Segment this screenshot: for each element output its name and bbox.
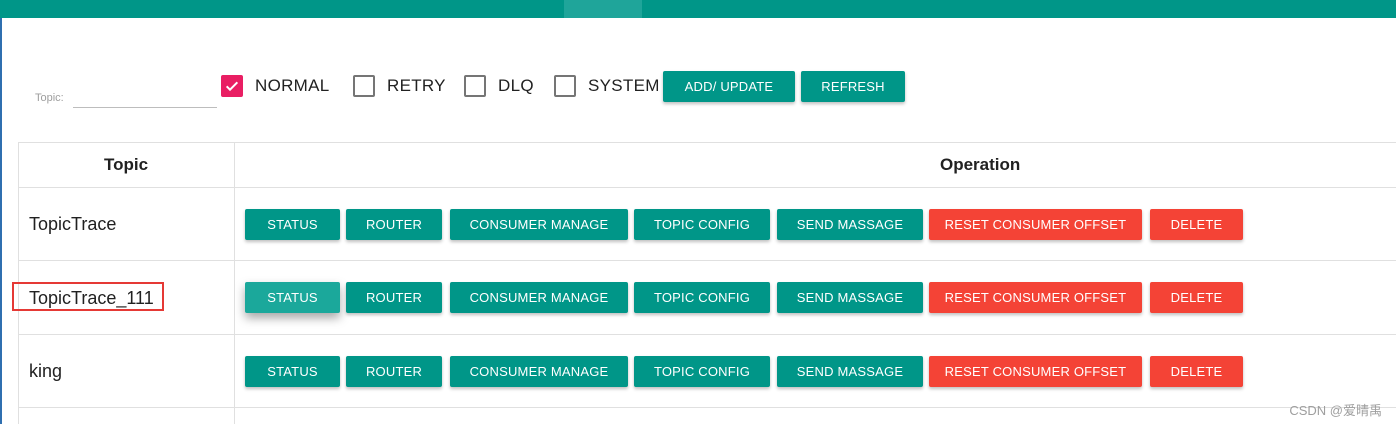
row-divider — [18, 334, 1396, 335]
reset-consumer-offset-button[interactable]: RESET CONSUMER OFFSET — [929, 282, 1142, 313]
delete-button[interactable]: DELETE — [1150, 209, 1243, 240]
topic-search-input[interactable] — [73, 86, 217, 106]
checkbox-normal[interactable]: NORMAL — [221, 75, 330, 97]
checkbox-system-label: SYSTEM — [588, 76, 660, 95]
status-button[interactable]: STATUS — [245, 209, 340, 240]
topic-filter-label: Topic: — [35, 92, 64, 104]
send-message-button[interactable]: SEND MASSAGE — [777, 209, 923, 240]
checkbox-normal-label: NORMAL — [255, 76, 330, 95]
status-button[interactable]: STATUS — [245, 356, 340, 387]
row-divider — [18, 260, 1396, 261]
column-header-operation: Operation — [940, 155, 1021, 174]
topic-config-button[interactable]: TOPIC CONFIG — [634, 356, 770, 387]
topic-config-button[interactable]: TOPIC CONFIG — [634, 209, 770, 240]
checkbox-unchecked-icon[interactable] — [464, 75, 486, 97]
status-button[interactable]: STATUS — [245, 282, 340, 313]
checkbox-unchecked-icon[interactable] — [353, 75, 375, 97]
reset-consumer-offset-button[interactable]: RESET CONSUMER OFFSET — [929, 356, 1142, 387]
topic-filter: Topic: — [35, 78, 217, 108]
checkbox-retry-label: RETRY — [387, 76, 446, 95]
table-row-topic: TopicTrace — [29, 214, 117, 234]
reset-consumer-offset-button[interactable]: RESET CONSUMER OFFSET — [929, 209, 1142, 240]
checkbox-unchecked-icon[interactable] — [554, 75, 576, 97]
send-message-button[interactable]: SEND MASSAGE — [777, 282, 923, 313]
row-divider — [18, 407, 1396, 408]
send-message-button[interactable]: SEND MASSAGE — [777, 356, 923, 387]
table-border-top — [18, 142, 1396, 143]
checkbox-checked-icon[interactable] — [221, 75, 243, 97]
refresh-button[interactable]: REFRESH — [801, 71, 905, 102]
router-button[interactable]: ROUTER — [346, 282, 442, 313]
consumer-manage-button[interactable]: CONSUMER MANAGE — [450, 356, 628, 387]
topic-input-underline — [73, 107, 217, 108]
checkbox-retry[interactable]: RETRY — [353, 75, 446, 97]
table-row-topic: king — [29, 361, 63, 381]
top-nav-bar — [0, 0, 1396, 18]
delete-button[interactable]: DELETE — [1150, 356, 1243, 387]
checkbox-dlq-label: DLQ — [498, 76, 534, 95]
watermark: CSDN @爱晴禹 — [1289, 403, 1382, 418]
consumer-manage-button[interactable]: CONSUMER MANAGE — [450, 282, 628, 313]
checkbox-dlq[interactable]: DLQ — [464, 75, 534, 97]
row-divider — [18, 187, 1396, 188]
column-header-topic: Topic — [104, 155, 149, 174]
column-divider — [234, 142, 235, 424]
left-border — [0, 18, 2, 424]
active-nav-tab[interactable] — [564, 0, 642, 18]
consumer-manage-button[interactable]: CONSUMER MANAGE — [450, 209, 628, 240]
checkbox-system[interactable]: SYSTEM — [554, 75, 660, 97]
router-button[interactable]: ROUTER — [346, 356, 442, 387]
table-row-topic: TopicTrace_111 — [29, 288, 154, 308]
add-update-button[interactable]: ADD/ UPDATE — [663, 71, 795, 102]
router-button[interactable]: ROUTER — [346, 209, 442, 240]
topic-config-button[interactable]: TOPIC CONFIG — [634, 282, 770, 313]
delete-button[interactable]: DELETE — [1150, 282, 1243, 313]
